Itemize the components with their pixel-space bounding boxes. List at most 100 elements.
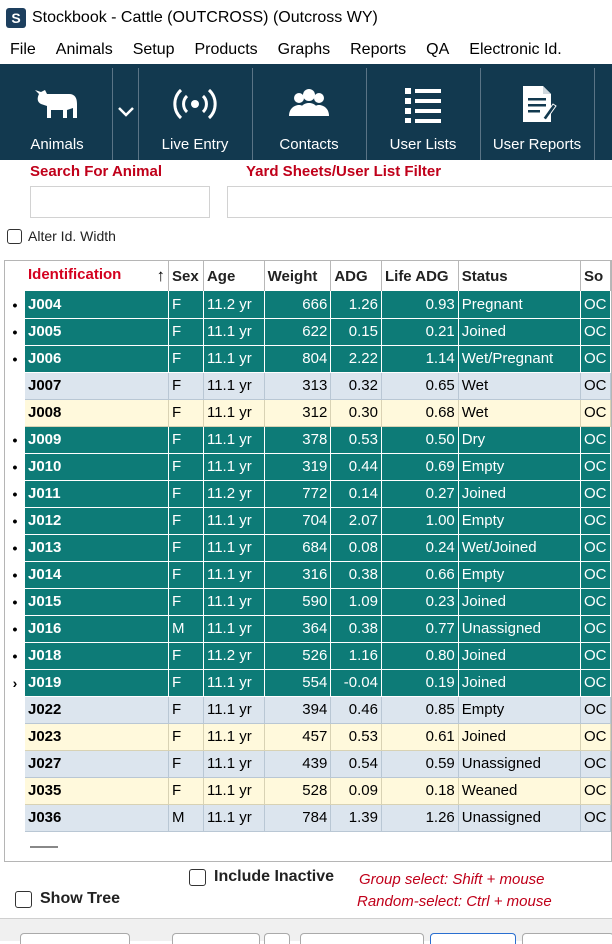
- cell-adg: 0.09: [330, 777, 382, 805]
- alter-id-width-checkbox-row[interactable]: Alter Id. Width: [7, 228, 116, 244]
- menu-qa[interactable]: QA: [416, 41, 459, 59]
- cell-life-adg: 0.66: [381, 561, 459, 589]
- table-row[interactable]: J023 F 11.1 yr 457 0.53 0.61 Joined OC: [25, 723, 611, 751]
- table-row[interactable]: J016 M 11.1 yr 364 0.38 0.77 Unassigned OC: [25, 615, 611, 643]
- menu-setup[interactable]: Setup: [123, 41, 185, 59]
- table-row[interactable]: J027 F 11.1 yr 439 0.54 0.59 Unassigned OC: [25, 750, 611, 778]
- cell-age: 11.2 yr: [203, 291, 265, 319]
- cell-sex: F: [168, 696, 204, 724]
- cell-source: OC: [580, 777, 611, 805]
- column-header-adg[interactable]: ADG: [330, 261, 382, 291]
- table-row[interactable]: J008 F 11.1 yr 312 0.30 0.68 Wet OC: [25, 399, 611, 427]
- user-reports-button[interactable]: User Reports: [480, 64, 594, 160]
- cell-adg: 2.07: [330, 507, 382, 535]
- show-tree-checkbox[interactable]: [15, 890, 32, 908]
- cell-weight: 378: [264, 426, 332, 454]
- table-row[interactable]: J013 F 11.1 yr 684 0.08 0.24 Wet/Joined OC: [25, 534, 611, 562]
- bottom-toolbar-button[interactable]: [300, 933, 424, 944]
- cell-status: Joined: [458, 723, 581, 751]
- menu-animals[interactable]: Animals: [46, 41, 123, 59]
- table-row[interactable]: J014 F 11.1 yr 316 0.38 0.66 Empty OC: [25, 561, 611, 589]
- cell-sex: F: [168, 777, 204, 805]
- column-header-age[interactable]: Age: [203, 261, 265, 291]
- cell-adg: 0.08: [330, 534, 382, 562]
- row-marker: •: [12, 458, 18, 475]
- show-tree-row[interactable]: Show Tree: [15, 890, 120, 908]
- title-bar: S Stockbook - Cattle (OUTCROSS) (Outcros…: [0, 0, 612, 36]
- bottom-toolbar-button[interactable]: [20, 933, 130, 944]
- menu-products[interactable]: Products: [185, 41, 268, 59]
- cell-life-adg: 0.61: [381, 723, 459, 751]
- table-row[interactable]: J036 M 11.1 yr 784 1.39 1.26 Unassigned OC: [25, 804, 611, 832]
- alter-id-width-checkbox[interactable]: [7, 228, 22, 244]
- table-row[interactable]: J006 F 11.1 yr 804 2.22 1.14 Wet/Pregnant OC: [25, 345, 611, 373]
- cell-status: Pregnant: [458, 291, 581, 319]
- table-row[interactable]: J022 F 11.1 yr 394 0.46 0.85 Empty OC: [25, 696, 611, 724]
- cell-weight: 312: [264, 399, 332, 427]
- include-inactive-row[interactable]: Include Inactive: [189, 868, 334, 886]
- cell-sex: F: [168, 480, 204, 508]
- cell-life-adg: 1.00: [381, 507, 459, 535]
- row-marker: •: [12, 593, 18, 610]
- menu-electronic-id[interactable]: Electronic Id.: [459, 41, 571, 59]
- cell-weight: 528: [264, 777, 332, 805]
- live-entry-button[interactable]: Live Entry: [138, 64, 252, 160]
- bottom-toolbar-button[interactable]: [172, 933, 260, 944]
- cell-weight: 457: [264, 723, 332, 751]
- cell-status: Empty: [458, 453, 581, 481]
- table-row[interactable]: J019 F 11.1 yr 554 -0.04 0.19 Joined OC: [25, 669, 611, 697]
- animals-grid[interactable]: • • • • • • • • • • • • › Identification ↑ Sex Age W…: [4, 260, 612, 862]
- column-header-life-adg[interactable]: Life ADG: [381, 261, 459, 291]
- animals-button[interactable]: Animals: [0, 64, 114, 160]
- column-header-weight[interactable]: Weight: [264, 261, 332, 291]
- row-marker: •: [12, 647, 18, 664]
- cell-status: Wet/Pregnant: [458, 345, 581, 373]
- cell-source: OC: [580, 588, 611, 616]
- cell-adg: 0.14: [330, 480, 382, 508]
- bottom-toolbar-button[interactable]: [430, 933, 516, 944]
- table-row[interactable]: J007 F 11.1 yr 313 0.32 0.65 Wet OC: [25, 372, 611, 400]
- menu-graphs[interactable]: Graphs: [268, 41, 340, 59]
- cell-weight: 704: [264, 507, 332, 535]
- menu-reports[interactable]: Reports: [340, 41, 416, 59]
- table-row[interactable]: J012 F 11.1 yr 704 2.07 1.00 Empty OC: [25, 507, 611, 535]
- table-row[interactable]: J010 F 11.1 yr 319 0.44 0.69 Empty OC: [25, 453, 611, 481]
- table-row[interactable]: J004 F 11.2 yr 666 1.26 0.93 Pregnant OC: [25, 291, 611, 319]
- table-row[interactable]: J005 F 11.1 yr 622 0.15 0.21 Joined OC: [25, 318, 611, 346]
- row-marker: •: [12, 323, 18, 340]
- cell-adg: 0.30: [330, 399, 382, 427]
- cell-sex: F: [168, 588, 204, 616]
- cell-adg: 0.46: [330, 696, 382, 724]
- report-document-icon: [513, 82, 561, 126]
- user-lists-button[interactable]: User Lists: [366, 64, 480, 160]
- animals-dropdown-chevron-icon[interactable]: [114, 100, 138, 124]
- bottom-toolbar-button[interactable]: [522, 933, 612, 944]
- menu-file[interactable]: File: [0, 41, 46, 59]
- cell-adg: 1.39: [330, 804, 382, 832]
- cell-life-adg: 0.50: [381, 426, 459, 454]
- cell-adg: 0.53: [330, 426, 382, 454]
- table-row[interactable]: J011 F 11.2 yr 772 0.14 0.27 Joined OC: [25, 480, 611, 508]
- table-row[interactable]: J009 F 11.1 yr 378 0.53 0.50 Dry OC: [25, 426, 611, 454]
- search-input[interactable]: [30, 186, 210, 218]
- filter-input[interactable]: [227, 186, 612, 218]
- cell-status: Dry: [458, 426, 581, 454]
- list-icon: [399, 82, 447, 126]
- column-header-identification[interactable]: Identification ↑: [25, 261, 170, 291]
- table-row[interactable]: J018 F 11.2 yr 526 1.16 0.80 Joined OC: [25, 642, 611, 670]
- table-row[interactable]: J035 F 11.1 yr 528 0.09 0.18 Weaned OC: [25, 777, 611, 805]
- cell-source: OC: [580, 723, 611, 751]
- column-header-sex[interactable]: Sex: [168, 261, 204, 291]
- cell-sex: F: [168, 669, 204, 697]
- animals-label: Animals: [30, 136, 84, 153]
- column-header-status[interactable]: Status: [458, 261, 581, 291]
- row-marker: •: [12, 350, 18, 367]
- column-header-source[interactable]: So: [580, 261, 611, 291]
- table-row[interactable]: J015 F 11.1 yr 590 1.09 0.23 Joined OC: [25, 588, 611, 616]
- cell-identification: J008: [25, 399, 170, 427]
- contacts-button[interactable]: Contacts: [252, 64, 366, 160]
- horizontal-scrollbar-thumb[interactable]: [30, 846, 58, 848]
- include-inactive-checkbox[interactable]: [189, 868, 206, 886]
- cell-adg: -0.04: [330, 669, 382, 697]
- bottom-toolbar-button[interactable]: [264, 933, 290, 944]
